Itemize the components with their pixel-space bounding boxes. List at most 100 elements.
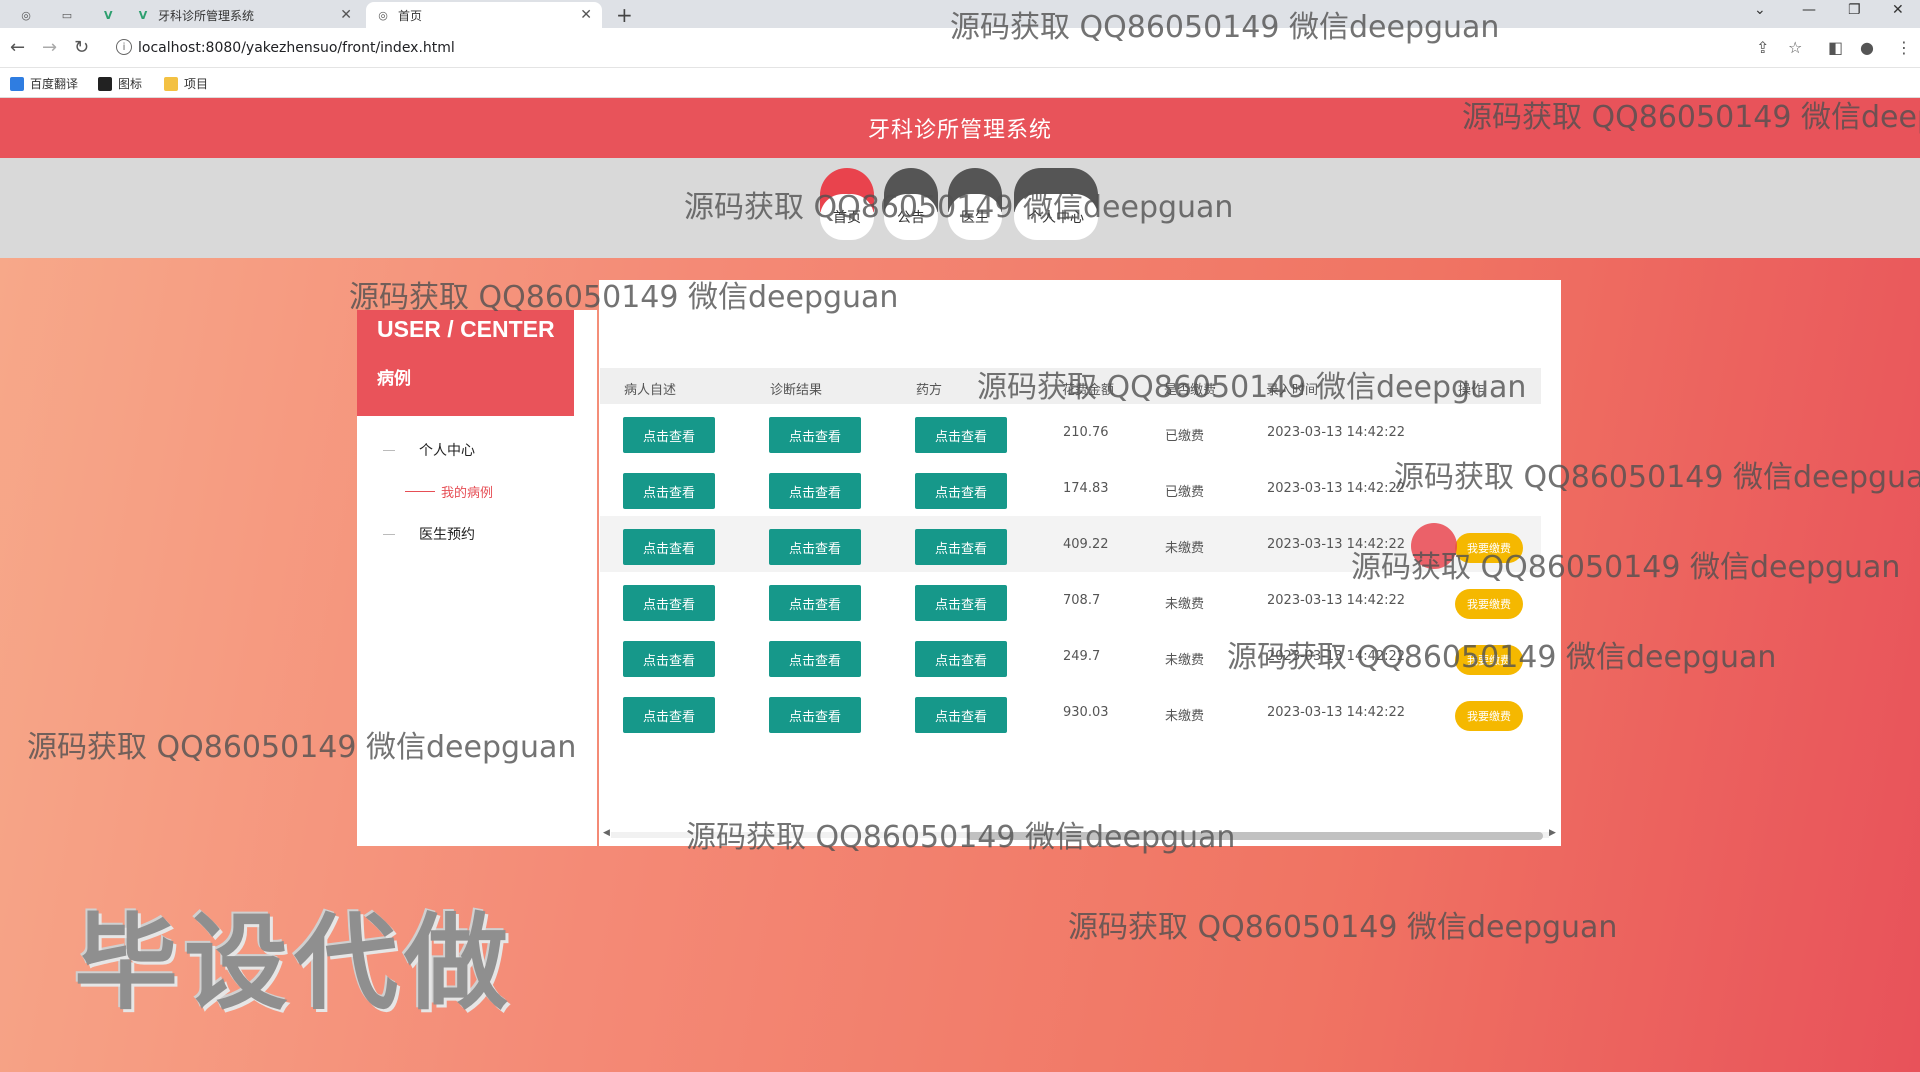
pay-button[interactable]: 我要缴费 [1455, 701, 1523, 731]
status-cell: 未缴费 [1165, 541, 1205, 556]
view-complaint-button[interactable]: 点击查看 [623, 697, 715, 733]
status-cell: 已缴费 [1165, 429, 1205, 444]
new-tab-icon[interactable]: + [616, 3, 633, 27]
url-text: localhost:8080/yakezhensuo/front/index.h… [138, 40, 455, 56]
time-cell: 2023-03-13 14:42:22 [1267, 593, 1406, 608]
site-title: 牙科诊所管理系统 [867, 118, 1052, 143]
table-row: 点击查看 点击查看 点击查看 930.03 未缴费 2023-03-13 14:42:22… [600, 684, 1541, 740]
minimize-icon[interactable]: — [1802, 2, 1816, 18]
forward-icon[interactable]: → [42, 37, 57, 58]
watermark: 源码获取 QQ86050149 微信deepguan [686, 820, 1236, 855]
pay-button[interactable]: 我要缴费 [1455, 589, 1523, 619]
th-prescription: 药方 [916, 383, 943, 398]
bookmark-projects[interactable]: 项目 [164, 75, 208, 92]
browser-tab-3[interactable]: V [94, 2, 124, 28]
time-cell: 2023-03-13 14:42:22 [1267, 481, 1406, 496]
watermark: 源码获取 QQ86050149 微信deepguan [1227, 640, 1777, 675]
view-diagnosis-button[interactable]: 点击查看 [769, 529, 861, 565]
amount-cell: 708.7 [1063, 593, 1101, 608]
dash-icon [383, 449, 395, 451]
scroll-right-icon[interactable]: ▶ [1549, 828, 1556, 838]
view-complaint-button[interactable]: 点击查看 [623, 585, 715, 621]
view-complaint-button[interactable]: 点击查看 [623, 417, 715, 453]
view-complaint-button[interactable]: 点击查看 [623, 641, 715, 677]
back-icon[interactable]: ← [10, 37, 25, 58]
view-prescription-button[interactable]: 点击查看 [915, 585, 1007, 621]
status-cell: 已缴费 [1165, 485, 1205, 500]
amount-cell: 249.7 [1063, 649, 1101, 664]
status-cell: 未缴费 [1165, 653, 1205, 668]
view-prescription-button[interactable]: 点击查看 [915, 697, 1007, 733]
close-window-icon[interactable]: ✕ [1892, 2, 1904, 18]
watermark: 源码获取 QQ86050149 微信deepguan [349, 280, 899, 315]
view-diagnosis-button[interactable]: 点击查看 [769, 473, 861, 509]
tab-title: 牙科诊所管理系统 [158, 8, 255, 23]
view-complaint-button[interactable]: 点击查看 [623, 529, 715, 565]
scroll-left-icon[interactable]: ◀ [603, 828, 610, 838]
watermark: 源码获取 QQ86050149 微信deepguan [1462, 100, 1920, 135]
browser-tab-2[interactable]: ▭ [50, 2, 94, 28]
view-prescription-button[interactable]: 点击查看 [915, 641, 1007, 677]
chevron-down-icon[interactable]: ⌄ [1754, 2, 1766, 18]
watermark: 源码获取 QQ86050149 微信deepguan [950, 10, 1500, 45]
view-diagnosis-button[interactable]: 点击查看 [769, 697, 861, 733]
translate-icon [10, 76, 24, 91]
close-icon[interactable]: ✕ [580, 7, 592, 23]
profile-icon[interactable]: ● [1860, 38, 1874, 57]
close-icon[interactable]: ✕ [340, 7, 352, 23]
restore-icon[interactable]: ❐ [1848, 2, 1861, 18]
time-cell: 2023-03-13 14:42:22 [1267, 425, 1406, 440]
sidepanel-icon[interactable]: ◧ [1828, 38, 1843, 57]
watermark: 源码获取 QQ86050149 微信deepguan [977, 370, 1527, 405]
folder-icon [164, 76, 178, 91]
dash-icon [383, 533, 395, 535]
watermark: 源码获取 QQ86050149 微信deepguan [1068, 910, 1618, 945]
promo-stamp: 毕设代做 [74, 902, 515, 1024]
bookmark-baidu-translate[interactable]: 百度翻译 [10, 75, 78, 92]
browser-tab-clinic[interactable]: V 牙科诊所管理系统 ✕ [126, 2, 362, 28]
view-prescription-button[interactable]: 点击查看 [915, 473, 1007, 509]
sidebar-item-appointment[interactable]: 医生预约 [383, 524, 475, 544]
view-prescription-button[interactable]: 点击查看 [915, 417, 1007, 453]
browser-tab-home[interactable]: ◎ 首页 ✕ [366, 2, 602, 28]
globe-icon: ◎ [21, 8, 31, 22]
vue-icon: V [138, 8, 148, 22]
vue-icon: V [104, 8, 113, 22]
th-complaint: 病人自述 [624, 383, 677, 398]
watermark: 源码获取 QQ86050149 微信deepguan [1351, 550, 1901, 585]
bookmark-icons[interactable]: 图标 [98, 75, 142, 92]
amount-cell: 210.76 [1063, 425, 1109, 440]
status-cell: 未缴费 [1165, 597, 1205, 612]
info-icon[interactable]: i [116, 39, 132, 55]
globe-icon: ◎ [378, 8, 388, 22]
view-prescription-button[interactable]: 点击查看 [915, 529, 1007, 565]
share-icon[interactable]: ⇪ [1756, 38, 1769, 57]
dash-icon [405, 491, 435, 492]
status-cell: 未缴费 [1165, 709, 1205, 724]
sidebar-title: USER / CENTER [377, 316, 555, 342]
url-field[interactable]: i localhost:8080/yakezhensuo/front/index… [108, 34, 1748, 62]
amount-cell: 930.03 [1063, 705, 1109, 720]
watermark: 源码获取 QQ86050149 微信deepguan [684, 190, 1234, 225]
view-diagnosis-button[interactable]: 点击查看 [769, 585, 861, 621]
star-icon[interactable]: ☆ [1788, 38, 1802, 57]
sidebar-header: USER / CENTER 病例 [357, 310, 574, 416]
watermark: 源码获取 QQ86050149 微信deepguan [1394, 460, 1920, 495]
browser-tab-1[interactable]: ◎ [10, 2, 50, 28]
watermark: 源码获取 QQ86050149 微信deepguan [27, 730, 577, 765]
th-diagnosis: 诊断结果 [770, 383, 823, 398]
amount-cell: 409.22 [1063, 537, 1109, 552]
page-icon: ▭ [61, 8, 73, 22]
view-diagnosis-button[interactable]: 点击查看 [769, 417, 861, 453]
time-cell: 2023-03-13 14:42:22 [1267, 705, 1406, 720]
more-icon[interactable]: ⋮ [1896, 38, 1912, 57]
reload-icon[interactable]: ↻ [74, 37, 89, 58]
view-complaint-button[interactable]: 点击查看 [623, 473, 715, 509]
sidebar-subtitle: 病例 [377, 369, 411, 389]
tab-title: 首页 [398, 8, 423, 23]
sidebar-item-my-cases[interactable]: 我的病例 [405, 482, 493, 501]
sidebar-item-user-center[interactable]: 个人中心 [383, 440, 475, 460]
amount-cell: 174.83 [1063, 481, 1109, 496]
image-icon [98, 76, 112, 91]
view-diagnosis-button[interactable]: 点击查看 [769, 641, 861, 677]
